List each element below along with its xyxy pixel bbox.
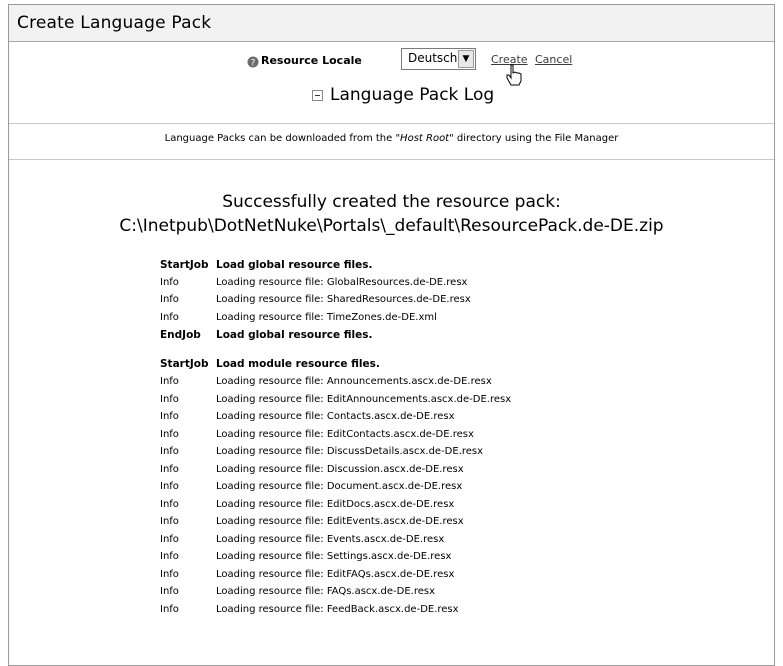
log-entry-message: Load module resource files.: [216, 358, 380, 371]
log-entry-type: Info: [160, 428, 179, 440]
log-entry-type: Info: [160, 294, 179, 306]
log-entry: Info Loading resource file: GlobalResourc…: [160, 274, 774, 292]
log-entry-message: Loading resource file: FeedBack.ascx.de-…: [216, 603, 459, 615]
log-entry-type: Info: [160, 311, 179, 323]
log-entry: Info Loading resource file: EditAnnouncem…: [160, 391, 774, 409]
log-entry: Info Loading resource file: EditDocs.ascx…: [160, 496, 774, 514]
log-entry-type: Info: [160, 411, 179, 423]
log-entry-message: Loading resource file: Discussion.ascx.d…: [216, 463, 464, 475]
log-entry: Info Loading resource file: Contacts.ascx…: [160, 408, 774, 426]
log-entry-message: Loading resource file: Contacts.ascx.de-…: [216, 411, 455, 423]
log-entry: Info Loading resource file: EditContacts.…: [160, 426, 774, 444]
log-entry-type: Info: [160, 551, 179, 563]
resource-locale-label: Resource Locale: [261, 54, 362, 67]
result-line-2: C:\Inetpub\DotNetNuke\Portals\_default\R…: [119, 216, 664, 236]
log-entry-message: Loading resource file: DiscussDetails.as…: [216, 446, 484, 458]
language-pack-panel: Create Language Pack ? Resource Locale D…: [8, 4, 775, 666]
log-entry: Info Loading resource file: FAQs.ascx.de-…: [160, 583, 774, 601]
log-entry: StartJob Load global resource files.: [160, 256, 774, 274]
log-entry-type: Info: [160, 393, 179, 405]
log-entry: StartJob Load module resource files.: [160, 356, 774, 374]
log-entry-type: Info: [160, 586, 179, 598]
chevron-down-icon[interactable]: ▼: [458, 50, 474, 68]
log-entry-type: Info: [160, 446, 179, 458]
log-entry-type: Info: [160, 533, 179, 545]
log-entry-message: Loading resource file: Settings.ascx.de-…: [216, 551, 452, 563]
log-entry: EndJob Load global resource files.: [160, 326, 774, 344]
locale-select[interactable]: Deutsch ▼: [401, 48, 476, 70]
log-entry-message: Load global resource files.: [216, 258, 373, 271]
log-entry-message: Loading resource file: EditEvents.ascx.d…: [216, 516, 464, 528]
cancel-link[interactable]: Cancel: [535, 53, 572, 66]
log-entry-type: Info: [160, 463, 179, 475]
log-entry-type: EndJob: [160, 328, 201, 341]
log-entry-type: Info: [160, 376, 179, 388]
log-entry: Info Loading resource file: SharedResourc…: [160, 291, 774, 309]
note-prefix: Language Packs can be downloaded from th…: [164, 133, 396, 144]
log-entry-message: Loading resource file: EditDocs.ascx.de-…: [216, 498, 455, 510]
note-suffix: directory using the File Manager: [453, 133, 619, 144]
result-line-1: Successfully created the resource pack:: [222, 192, 561, 212]
note-host-root: "Host Root": [395, 133, 454, 144]
log-entry-message: Loading resource file: Announcements.asc…: [216, 376, 492, 388]
log-entry-type: Info: [160, 481, 179, 493]
log-entry: Info Loading resource file: Announcements…: [160, 373, 774, 391]
panel-title: Create Language Pack: [9, 5, 774, 42]
log-entry: Info Loading resource file: Settings.ascx…: [160, 548, 774, 566]
log-entry-message: Loading resource file: TimeZones.de-DE.x…: [216, 311, 437, 323]
svg-text:?: ?: [251, 59, 256, 69]
result-message: Successfully created the resource pack: …: [9, 190, 774, 238]
log-entry-message: Loading resource file: SharedResources.d…: [216, 294, 471, 306]
log-entry-type: Info: [160, 603, 179, 615]
log-section-title: Language Pack Log: [330, 85, 495, 105]
log-entry-message: Loading resource file: Document.ascx.de-…: [216, 481, 463, 493]
log-list: StartJob Load global resource files. Info L…: [9, 256, 774, 618]
log-entry-type: Info: [160, 276, 179, 288]
log-entry-message: Load global resource files.: [216, 328, 373, 341]
log-entry-type: StartJob: [160, 358, 209, 371]
log-entry-message: Loading resource file: EditAnnouncements…: [216, 393, 512, 405]
log-entry: Info Loading resource file: DiscussDetail…: [160, 443, 774, 461]
log-entry: Info Loading resource file: TimeZones.de-…: [160, 309, 774, 327]
log-entry-type: Info: [160, 498, 179, 510]
log-entry: Info Loading resource file: Document.ascx…: [160, 478, 774, 496]
log-entry-type: Info: [160, 568, 179, 580]
log-entry: Info Loading resource file: Events.ascx.d…: [160, 531, 774, 549]
log-entry: Info Loading resource file: EditEvents.as…: [160, 513, 774, 531]
log-entry-message: Loading resource file: GlobalResources.d…: [216, 276, 468, 288]
log-entry: Info Loading resource file: EditFAQs.ascx…: [160, 566, 774, 584]
log-entry: Info Loading resource file: FeedBack.ascx…: [160, 601, 774, 619]
log-entry-type: StartJob: [160, 258, 209, 271]
log-section-header[interactable]: Language Pack Log: [9, 82, 774, 124]
locale-select-value: Deutsch: [408, 51, 458, 65]
log-entry: Info Loading resource file: Discussion.as…: [160, 461, 774, 479]
log-entry-message: Loading resource file: FAQs.ascx.de-DE.r…: [216, 586, 436, 598]
log-spacer: [160, 344, 774, 356]
log-entry-message: Loading resource file: Events.ascx.de-DE…: [216, 533, 445, 545]
help-icon[interactable]: ?: [247, 56, 259, 68]
locale-row: ? Resource Locale Deutsch ▼ Create Cance…: [9, 42, 774, 86]
log-entry-type: Info: [160, 516, 179, 528]
log-entry-message: Loading resource file: EditContacts.ascx…: [216, 428, 474, 440]
collapse-icon[interactable]: [312, 90, 323, 101]
download-note: Language Packs can be downloaded from th…: [9, 124, 774, 160]
log-entry-message: Loading resource file: EditFAQs.ascx.de-…: [216, 568, 455, 580]
